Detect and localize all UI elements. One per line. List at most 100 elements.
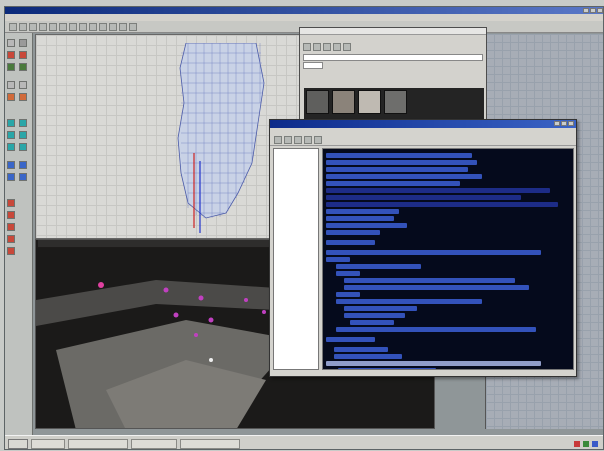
terrain-tool-icon[interactable] xyxy=(7,63,15,71)
selected-code-line xyxy=(326,361,541,366)
add-volume-icon[interactable] xyxy=(19,143,27,151)
deintersect-brush-icon[interactable] xyxy=(19,131,27,139)
texture-browser-button[interactable] xyxy=(69,22,77,31)
light-actor-icon xyxy=(262,310,266,314)
code-comment-line xyxy=(326,188,551,193)
editor-menu-bar xyxy=(5,14,603,21)
maximize-button[interactable] xyxy=(590,8,596,13)
texture-browser-menu xyxy=(300,35,486,42)
light-actor-icon xyxy=(208,317,214,323)
taskbar-item[interactable] xyxy=(68,438,128,449)
minimize-button[interactable] xyxy=(583,8,589,13)
build-all-button[interactable] xyxy=(119,22,127,31)
code-line xyxy=(350,320,394,325)
window-controls xyxy=(554,121,574,126)
vertex-edit-tool-icon[interactable] xyxy=(19,39,27,47)
show-all-icon[interactable] xyxy=(7,173,15,181)
redo-button[interactable] xyxy=(49,22,57,31)
texture-thumbnail[interactable] xyxy=(332,90,355,114)
maximize-button[interactable] xyxy=(561,121,567,126)
open-package-button[interactable] xyxy=(303,43,311,51)
subtract-brush-icon[interactable] xyxy=(19,119,27,127)
back-button[interactable] xyxy=(274,136,282,144)
network-icon[interactable] xyxy=(583,441,589,447)
add-mover-icon[interactable] xyxy=(7,143,15,151)
code-line xyxy=(336,292,361,297)
code-line xyxy=(326,240,375,245)
texture-thumbnail[interactable] xyxy=(384,90,407,114)
mesh-browser-button[interactable] xyxy=(79,22,87,31)
code-line xyxy=(344,285,530,290)
light-actor-icon xyxy=(173,312,179,318)
code-line xyxy=(344,278,515,283)
taskbar-item[interactable] xyxy=(131,438,177,449)
light-actor-icon xyxy=(198,295,204,301)
close-button[interactable] xyxy=(568,121,574,126)
code-line xyxy=(326,209,400,214)
minimize-button[interactable] xyxy=(554,121,560,126)
code-line xyxy=(326,223,407,228)
script-editor-status xyxy=(273,370,573,376)
cube-builder-icon[interactable] xyxy=(7,81,15,89)
player-start-icon xyxy=(209,358,213,362)
add-brush-icon[interactable] xyxy=(7,119,15,127)
forward-button[interactable] xyxy=(284,136,292,144)
close-button[interactable] xyxy=(597,8,603,13)
properties-button[interactable] xyxy=(343,43,351,51)
brush-clip-tool-icon[interactable] xyxy=(7,51,15,59)
taskbar-item[interactable] xyxy=(31,438,65,449)
open-file-button[interactable] xyxy=(19,22,27,31)
sheet-builder-icon[interactable] xyxy=(19,81,27,89)
code-line xyxy=(336,327,537,332)
volume-icon[interactable] xyxy=(574,441,580,447)
cylinder-builder-icon[interactable] xyxy=(7,93,15,101)
find-button[interactable] xyxy=(314,136,322,144)
undo-button[interactable] xyxy=(39,22,47,31)
texture-pan-tool-icon[interactable] xyxy=(19,63,27,71)
new-file-button[interactable] xyxy=(9,22,17,31)
texture-browser-title xyxy=(300,28,486,35)
top-viewport[interactable] xyxy=(35,34,303,239)
scale-icon[interactable] xyxy=(7,235,15,243)
code-line xyxy=(326,181,461,186)
rotate-icon[interactable] xyxy=(7,223,15,231)
start-button[interactable] xyxy=(8,438,28,449)
group-select[interactable] xyxy=(303,62,323,69)
play-level-button[interactable] xyxy=(129,22,137,31)
search-button[interactable] xyxy=(59,22,67,31)
source-code-panel[interactable] xyxy=(322,148,574,370)
mirror-icon[interactable] xyxy=(7,247,15,255)
show-selected-icon[interactable] xyxy=(7,161,15,169)
cone-builder-icon[interactable] xyxy=(19,93,27,101)
face-drag-tool-icon[interactable] xyxy=(19,51,27,59)
script-editor-window[interactable] xyxy=(269,119,577,377)
class-tree-panel[interactable] xyxy=(273,148,319,370)
build-lighting-button[interactable] xyxy=(109,22,117,31)
camera-move-tool-icon[interactable] xyxy=(7,39,15,47)
tray-app-icon[interactable] xyxy=(592,441,598,447)
code-comment-line xyxy=(326,202,558,207)
build-geometry-button[interactable] xyxy=(99,22,107,31)
texture-thumbnail[interactable] xyxy=(358,90,381,114)
save-button[interactable] xyxy=(29,22,37,31)
save-package-button[interactable] xyxy=(313,43,321,51)
grid-icon[interactable] xyxy=(7,211,15,219)
snap-icon[interactable] xyxy=(7,199,15,207)
compile-button[interactable] xyxy=(294,136,302,144)
export-button[interactable] xyxy=(333,43,341,51)
import-button[interactable] xyxy=(323,43,331,51)
system-tray xyxy=(574,439,601,449)
invert-selection-icon[interactable] xyxy=(19,173,27,181)
code-line xyxy=(326,153,473,158)
texture-browser-toolbar xyxy=(300,42,486,52)
compile-all-button[interactable] xyxy=(304,136,312,144)
texture-thumbnail[interactable] xyxy=(306,90,329,114)
hide-selected-icon[interactable] xyxy=(19,161,27,169)
script-editor-toolbar xyxy=(270,135,576,146)
texture-browser-window[interactable] xyxy=(299,27,487,123)
code-line xyxy=(326,257,351,262)
intersect-brush-icon[interactable] xyxy=(7,131,15,139)
actor-browser-button[interactable] xyxy=(89,22,97,31)
taskbar-item[interactable] xyxy=(180,438,240,449)
package-select[interactable] xyxy=(303,54,483,61)
